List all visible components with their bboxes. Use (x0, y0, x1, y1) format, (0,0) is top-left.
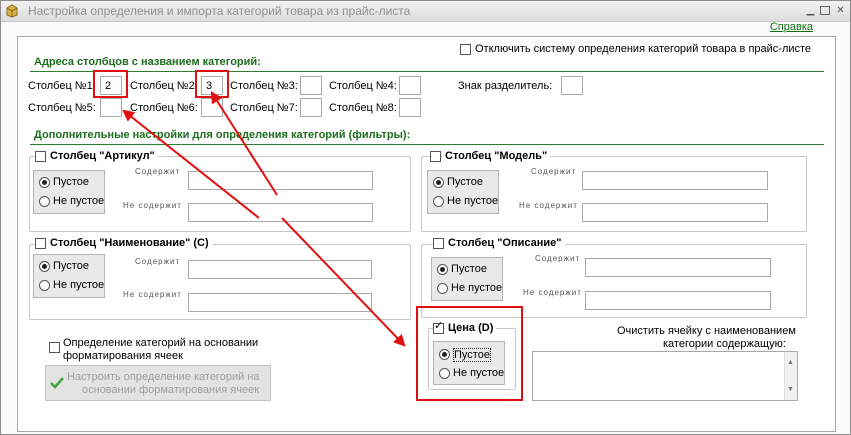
column-8-label: Столбец №8: (329, 102, 397, 114)
formatting-checkbox[interactable] (49, 342, 60, 353)
maximize-icon[interactable] (820, 6, 830, 15)
clear-cell-label-line1: Очистить ячейку с наименованием (617, 325, 796, 337)
description-contains-label: Содержит (535, 254, 581, 263)
model-not-contains-label: Не содержит (519, 201, 578, 210)
description-radio-box: Пустое Не пустое (431, 257, 503, 301)
article-radio-box: Пустое Не пустое (33, 170, 105, 214)
column-3-input[interactable] (300, 76, 322, 95)
column-5-input[interactable] (100, 98, 122, 117)
scroll-down-icon[interactable]: ▼ (787, 380, 794, 399)
model-filter-title: Столбец "Модель" (442, 150, 551, 162)
article-empty-label: Пустое (53, 176, 89, 188)
name-filter-checkbox[interactable] (35, 238, 46, 249)
help-link[interactable]: Справка (770, 21, 813, 33)
separator-label: Знак разделитель: (458, 80, 553, 92)
column-4-input[interactable] (399, 76, 421, 95)
column-7-input[interactable] (300, 98, 322, 117)
formatting-label-line2: форматирования ячеек (63, 350, 183, 362)
article-contains-label: Содержит (135, 167, 181, 176)
column-6-label: Столбец №6: (130, 102, 198, 114)
formatting-label-line1: Определение категорий на основании (63, 337, 259, 349)
minimize-icon[interactable]: ▁ (805, 5, 816, 16)
name-empty-radio[interactable] (39, 261, 50, 272)
column-7-label: Столбец №7: (230, 102, 298, 114)
name-contains-label: Содержит (135, 257, 181, 266)
article-contains-input[interactable] (188, 171, 373, 190)
scroll-up-icon[interactable]: ▲ (787, 353, 794, 372)
name-radio-box: Пустое Не пустое (33, 254, 105, 298)
description-not-empty-radio[interactable] (437, 283, 448, 294)
column-2-label: Столбец №2: (130, 80, 198, 92)
model-empty-label: Пустое (447, 176, 483, 188)
model-contains-input[interactable] (582, 171, 768, 190)
annotation-box-column-2 (195, 70, 229, 98)
description-not-contains-label: Не содержит (523, 288, 582, 297)
filters-divider (30, 144, 824, 145)
name-empty-label: Пустое (53, 260, 89, 272)
name-filter-title: Столбец "Наименование" (С) (47, 237, 212, 249)
article-not-contains-input[interactable] (188, 203, 373, 222)
textarea-scrollbar[interactable]: ▲ ▼ (784, 352, 797, 400)
model-radio-box: Пустое Не пустое (427, 170, 499, 214)
column-3-label: Столбец №3: (230, 80, 298, 92)
article-not-contains-label: Не содержит (123, 201, 182, 210)
name-not-empty-label: Не пустое (53, 279, 105, 291)
description-filter-checkbox[interactable] (433, 238, 444, 249)
name-not-contains-label: Не содержит (123, 290, 182, 299)
model-not-contains-input[interactable] (582, 203, 768, 222)
description-empty-radio[interactable] (437, 264, 448, 275)
description-not-contains-input[interactable] (585, 291, 771, 310)
model-not-empty-label: Не пустое (447, 195, 499, 207)
filters-heading: Дополнительные настройки для определения… (34, 129, 411, 141)
column-5-label: Столбец №5: (28, 102, 96, 114)
name-contains-input[interactable] (188, 260, 372, 279)
title-bar: Настройка определения и импорта категори… (1, 1, 850, 22)
name-not-empty-radio[interactable] (39, 280, 50, 291)
app-icon (6, 4, 18, 18)
disable-system-checkbox[interactable] (460, 44, 471, 55)
model-contains-label: Содержит (531, 167, 577, 176)
window-title: Настройка определения и импорта категори… (28, 4, 411, 18)
checkmark-icon (50, 377, 64, 389)
columns-divider (30, 71, 824, 72)
configure-formatting-line2: основании форматирования ячеек (82, 384, 260, 396)
column-1-label: Столбец №1: (28, 80, 96, 92)
clear-cell-label-line2: категории содержащую: (663, 338, 786, 350)
close-icon[interactable]: ✕ (835, 5, 846, 16)
annotation-box-column-1 (93, 70, 128, 98)
article-not-empty-radio[interactable] (39, 196, 50, 207)
model-filter-checkbox[interactable] (430, 151, 441, 162)
article-empty-radio[interactable] (39, 177, 50, 188)
description-filter-title: Столбец "Описание" (445, 237, 565, 249)
name-not-contains-input[interactable] (188, 293, 372, 312)
column-4-label: Столбец №4: (329, 80, 397, 92)
description-contains-input[interactable] (585, 258, 771, 277)
column-8-input[interactable] (399, 98, 421, 117)
column-6-input[interactable] (201, 98, 223, 117)
clear-cell-textarea[interactable]: ▲ ▼ (532, 351, 798, 401)
configure-formatting-line1: Настроить определение категорий на (67, 371, 260, 383)
description-empty-label: Пустое (451, 263, 487, 275)
model-not-empty-radio[interactable] (433, 196, 444, 207)
annotation-box-price (416, 306, 523, 401)
separator-input[interactable] (561, 76, 583, 95)
configure-formatting-button[interactable]: Настроить определение категорий на основ… (45, 365, 271, 401)
model-empty-radio[interactable] (433, 177, 444, 188)
columns-heading: Адреса столбцов с названием категорий: (34, 56, 261, 68)
article-filter-title: Столбец "Артикул" (47, 150, 158, 162)
description-not-empty-label: Не пустое (451, 282, 503, 294)
disable-system-label: Отключить систему определения категорий … (475, 43, 812, 55)
article-filter-checkbox[interactable] (35, 151, 46, 162)
article-not-empty-label: Не пустое (53, 195, 105, 207)
